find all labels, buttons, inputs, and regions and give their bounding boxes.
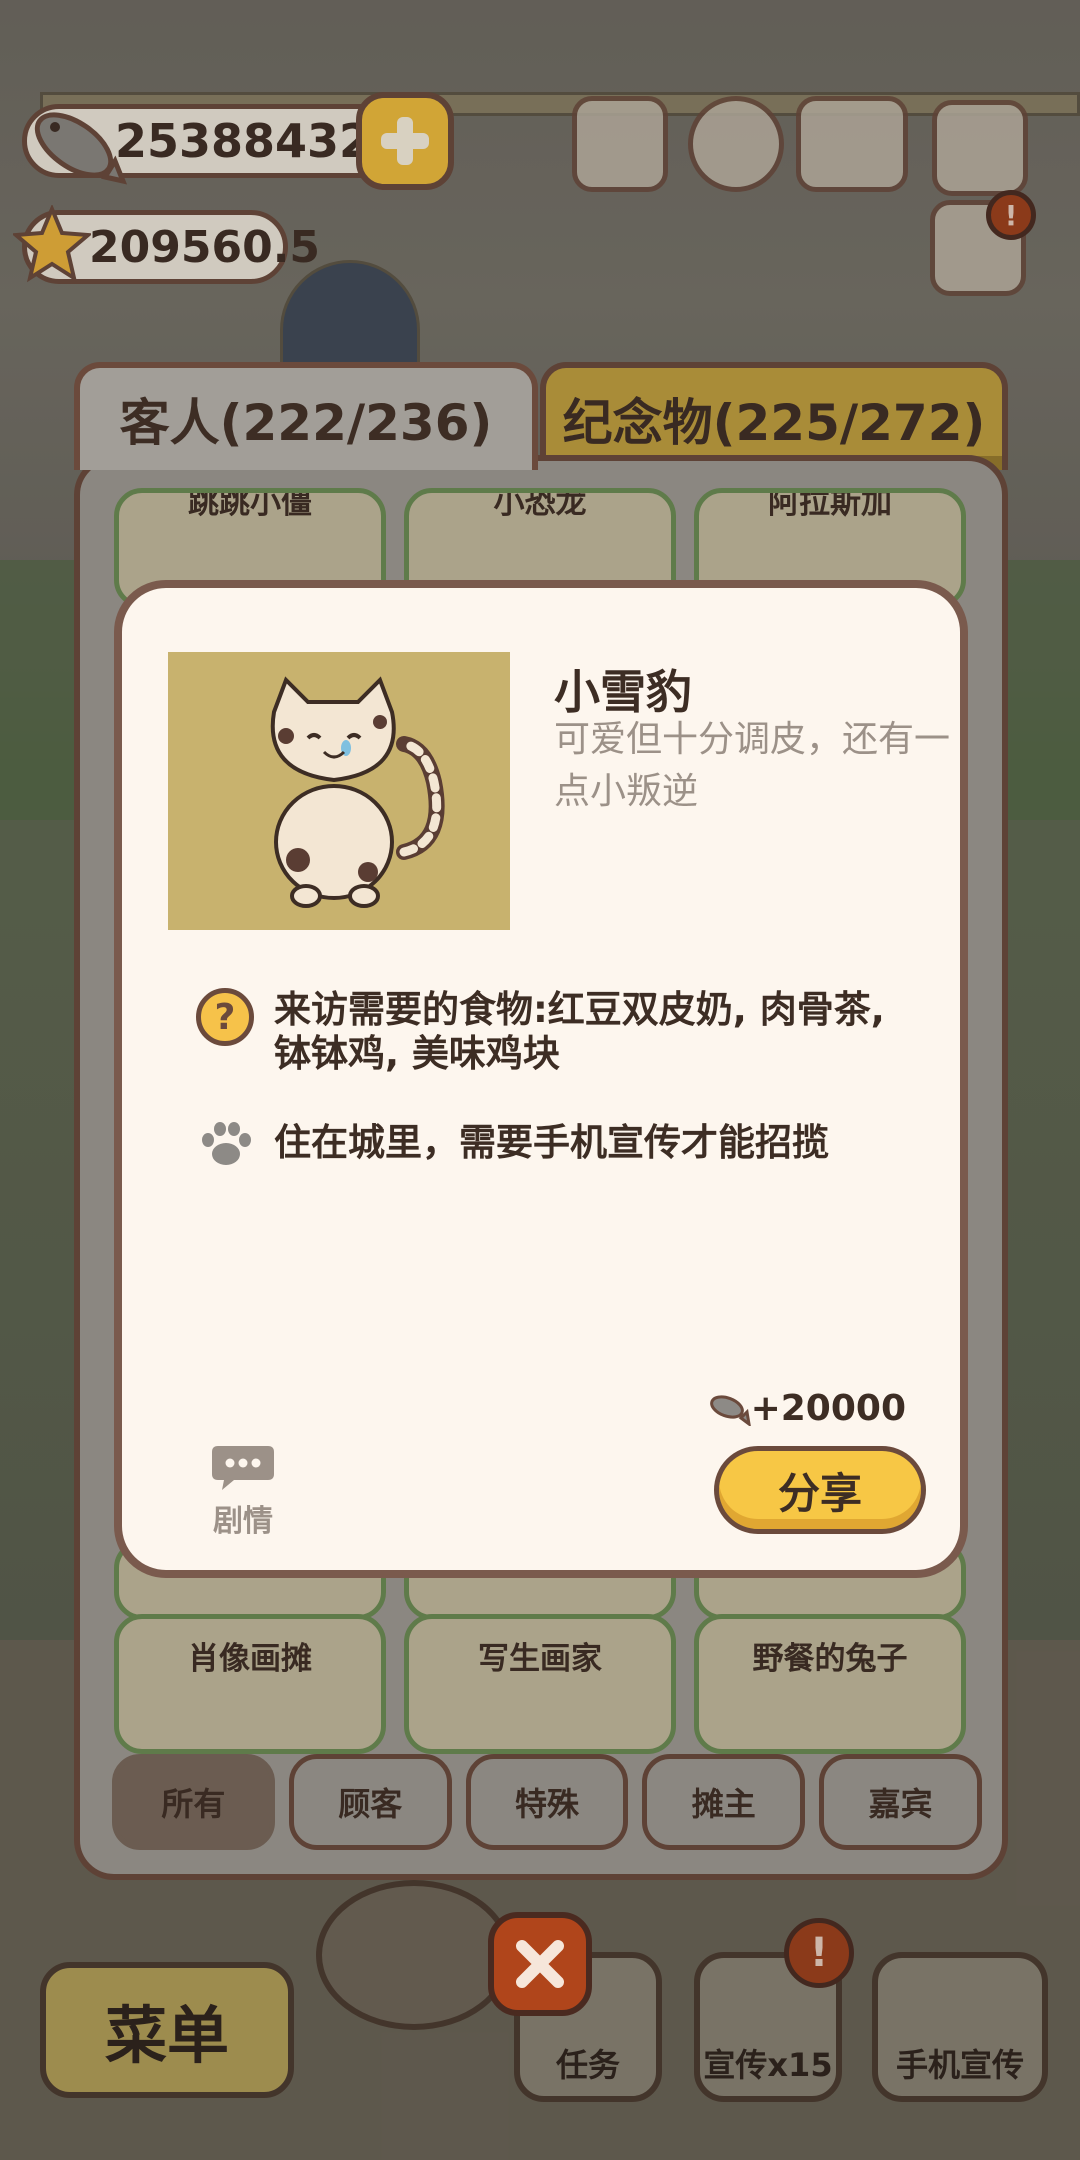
guest-detail-card: 小雪豹 可爱但十分调皮，还有一点小叛逆 ? 来访需要的食物:红豆双皮奶, 肉骨茶…	[114, 580, 968, 1578]
guest-portrait	[168, 652, 510, 930]
tab-guests[interactable]: 客人(222/236)	[74, 362, 538, 470]
question-icon: ?	[196, 988, 254, 1046]
guest-description: 可爱但十分调皮，还有一点小叛逆	[554, 719, 951, 812]
story-button[interactable]: 剧情	[198, 1442, 288, 1540]
guest-name: 小雪豹	[554, 665, 692, 719]
close-icon	[516, 1940, 564, 1988]
speech-bubble-icon	[212, 1446, 274, 1490]
fish-icon	[709, 1394, 751, 1426]
tab-guests-label: 客人(222/236)	[119, 394, 493, 452]
recruit-hint-row: 住在城里，需要手机宣传才能招揽	[196, 1118, 916, 1168]
reward-amount: +20000	[750, 1388, 906, 1429]
share-button[interactable]: 分享	[714, 1446, 926, 1534]
snow-leopard-cat-icon	[270, 676, 445, 908]
food-requirement-row: ? 来访需要的食物:红豆双皮奶, 肉骨茶, 钵钵鸡, 美味鸡块	[196, 988, 916, 1076]
share-reward: +20000	[707, 1388, 906, 1429]
close-button[interactable]	[488, 1912, 592, 2016]
paw-print-icon	[202, 1122, 251, 1165]
food-requirement-text: 来访需要的食物:红豆双皮奶, 肉骨茶, 钵钵鸡, 美味鸡块	[274, 988, 885, 1075]
story-label: 剧情	[213, 1504, 273, 1539]
recruit-hint-text: 住在城里，需要手机宣传才能招揽	[274, 1121, 829, 1164]
